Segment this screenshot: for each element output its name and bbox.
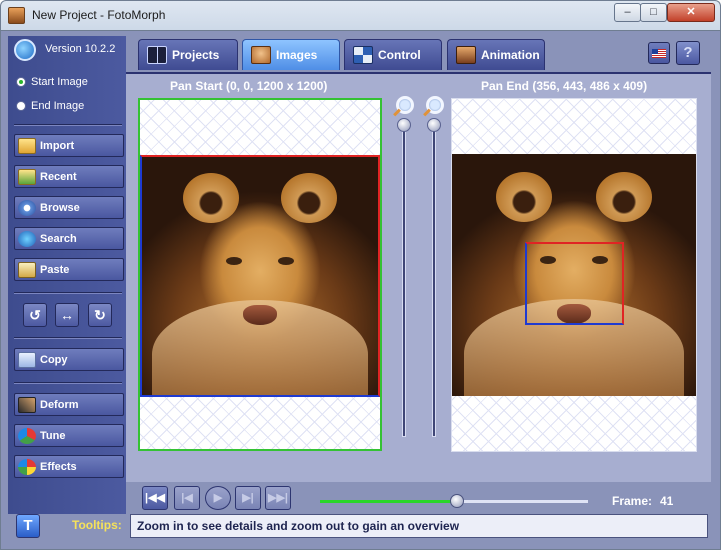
deform-label: Deform (40, 398, 79, 411)
tune-button[interactable]: Tune (14, 424, 124, 447)
language-flag-button[interactable] (648, 42, 670, 64)
next-frame-button[interactable]: ▶| (235, 486, 261, 510)
sidebar-divider (14, 337, 122, 339)
clipboard-paste-icon (18, 261, 36, 278)
maximize-button[interactable]: □ (640, 3, 667, 22)
deform-icon (18, 396, 36, 413)
color-wheel-tune-icon (18, 427, 36, 444)
title-bar: New Project - FotoMorph – □ ✕ (0, 0, 721, 30)
tooltips-text: Zoom in to see details and zoom out to g… (130, 514, 708, 538)
tab-animation[interactable]: Animation (447, 39, 545, 70)
fotomorph-logo-icon (14, 39, 36, 61)
zoom-end-thumb[interactable] (427, 118, 441, 132)
close-button[interactable]: ✕ (667, 3, 715, 22)
end-image-canvas[interactable] (451, 98, 697, 452)
sidebar-divider (14, 124, 122, 126)
fotomorph-app-icon (8, 7, 25, 24)
recent-button[interactable]: Recent (14, 165, 124, 188)
folder-import-icon (18, 137, 36, 154)
version-label: Version 10.2.2 (45, 43, 116, 55)
radio-unselected-icon (16, 101, 26, 111)
tune-label: Tune (40, 429, 66, 442)
end-image-label: End Image (31, 100, 85, 112)
rotate-left-button[interactable]: ↺ (23, 303, 47, 327)
copy-pages-icon (18, 351, 36, 368)
pan-start-label: Pan Start (0, 0, 1200 x 1200) (170, 79, 328, 93)
start-image-label: Start Image (31, 76, 88, 88)
last-frame-button[interactable]: ▶▶| (265, 486, 291, 510)
copy-button[interactable]: Copy (14, 348, 124, 371)
frame-slider-thumb[interactable] (449, 494, 464, 508)
tooltips-label: Tooltips: (72, 518, 122, 532)
window-title: New Project - FotoMorph (32, 8, 166, 22)
lion-ear (596, 172, 653, 222)
start-image-radio[interactable]: Start Image (16, 76, 88, 88)
tab-animation-label: Animation (481, 48, 540, 62)
portrait-image-icon (251, 46, 271, 64)
tooltips-toggle-button[interactable]: T (16, 514, 40, 538)
help-button[interactable]: ? (676, 41, 700, 65)
film-strip-icon (147, 46, 167, 64)
zoom-start-track[interactable] (402, 122, 406, 437)
first-frame-button[interactable]: |◀◀ (142, 486, 168, 510)
browse-label: Browse (40, 201, 80, 214)
tab-projects[interactable]: Projects (138, 39, 238, 70)
browse-button[interactable]: Browse (14, 196, 124, 219)
deform-button[interactable]: Deform (14, 393, 124, 416)
end-image-radio[interactable]: End Image (16, 100, 84, 112)
tab-control[interactable]: Control (344, 39, 442, 70)
pan-start-selection-box[interactable] (140, 155, 380, 397)
effects-label: Effects (40, 460, 77, 473)
tab-images-label: Images (276, 48, 318, 62)
zoom-end-track[interactable] (432, 122, 436, 437)
lion-ear (495, 172, 552, 222)
frame-label: Frame: (612, 494, 653, 508)
pan-end-selection-box[interactable] (525, 242, 624, 325)
frame-slider-fill (320, 500, 457, 503)
sidebar-divider (14, 292, 122, 294)
pan-end-label: Pan End (356, 443, 486 x 409) (481, 79, 648, 93)
search-label: Search (40, 232, 77, 245)
disc-browse-icon (18, 199, 36, 216)
globe-search-icon (18, 230, 36, 247)
radio-selected-icon (16, 77, 26, 87)
effects-button[interactable]: Effects (14, 455, 124, 478)
search-button[interactable]: Search (14, 227, 124, 250)
zoom-start-icon (396, 96, 414, 114)
minimize-button[interactable]: – (614, 3, 641, 22)
folder-recent-icon (18, 168, 36, 185)
start-image-canvas[interactable] (138, 98, 382, 451)
copy-label: Copy (40, 353, 68, 366)
animation-face-icon (456, 46, 476, 64)
rotate-right-button[interactable]: ↻ (88, 303, 112, 327)
us-flag-icon (652, 49, 666, 58)
paste-button[interactable]: Paste (14, 258, 124, 281)
flip-horizontal-button[interactable]: ↔ (55, 303, 79, 327)
previous-frame-button[interactable]: |◀ (174, 486, 200, 510)
tab-images[interactable]: Images (242, 39, 340, 70)
tab-projects-label: Projects (172, 48, 220, 62)
color-wheel-effects-icon (18, 458, 36, 475)
play-button[interactable]: ▶ (205, 486, 231, 510)
zoom-end-icon (426, 96, 444, 114)
zoom-start-thumb[interactable] (397, 118, 411, 132)
frame-value: 41 (660, 494, 674, 508)
grid-control-icon (353, 46, 373, 64)
sidebar-divider (14, 382, 122, 384)
recent-label: Recent (40, 170, 77, 183)
paste-label: Paste (40, 263, 70, 276)
import-label: Import (40, 139, 75, 152)
tab-control-label: Control (378, 48, 421, 62)
import-button[interactable]: Import (14, 134, 124, 157)
